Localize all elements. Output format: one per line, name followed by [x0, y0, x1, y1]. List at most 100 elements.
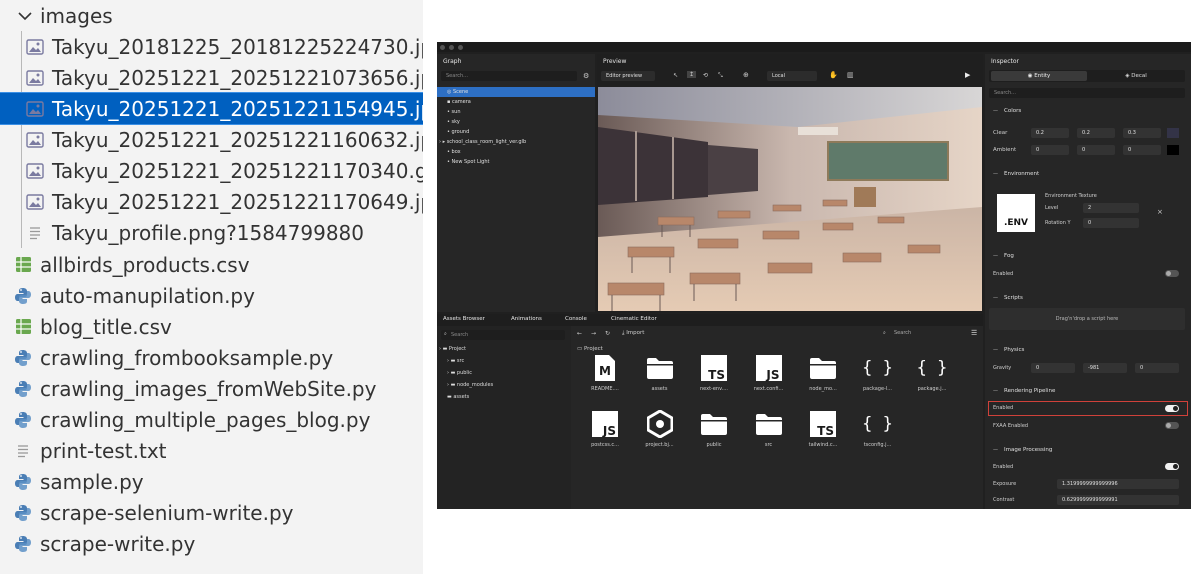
graph-node[interactable]: ◎ Scene: [437, 87, 595, 97]
clear-b-input[interactable]: 0.3: [1123, 128, 1161, 138]
window-dot-icon[interactable]: [449, 45, 454, 50]
file-row[interactable]: crawling_multiple_pages_blog.py: [0, 404, 423, 435]
forward-icon[interactable]: →: [591, 330, 596, 337]
file-row[interactable]: Takyu_20251221_20251221073656.jpg: [0, 62, 423, 93]
bottom-tab[interactable]: Console: [565, 316, 587, 322]
asset-item[interactable]: JS next.confi...: [749, 354, 789, 392]
asset-item[interactable]: node_mo...: [803, 354, 843, 392]
fxaa-toggle[interactable]: [1165, 422, 1179, 429]
asset-item[interactable]: M README....: [585, 354, 625, 392]
file-row[interactable]: blog_title.csv: [0, 311, 423, 342]
bottom-tab[interactable]: Assets Browser: [443, 316, 485, 322]
asset-item[interactable]: assets: [640, 354, 680, 392]
ambient-color-swatch[interactable]: [1167, 145, 1179, 155]
file-row[interactable]: crawling_images_fromWebSite.py: [0, 373, 423, 404]
section-rendering-pipeline[interactable]: Rendering Pipeline: [985, 385, 1188, 397]
asset-item[interactable]: { } package.j...: [912, 354, 952, 392]
exposure-input[interactable]: 1.3199999999999996: [1057, 479, 1179, 489]
refresh-icon[interactable]: ↻: [605, 330, 610, 337]
file-row[interactable]: scrape-write.py: [0, 528, 423, 559]
close-icon[interactable]: ×: [1157, 208, 1163, 216]
clear-g-input[interactable]: 0.2: [1077, 128, 1115, 138]
rotation-input[interactable]: 0: [1083, 218, 1139, 228]
pointer-tool-icon[interactable]: ↖: [673, 72, 678, 79]
contrast-input[interactable]: 0.6299999999999991: [1057, 495, 1179, 505]
section-fog[interactable]: Fog: [985, 250, 1188, 262]
bottom-tab[interactable]: Cinematic Editor: [611, 316, 657, 322]
asset-item[interactable]: public: [694, 410, 734, 448]
list-view-icon[interactable]: ☰: [971, 329, 977, 337]
tree-item[interactable]: › ▬ node_modules: [447, 382, 493, 388]
rendering-enabled-toggle[interactable]: [1165, 405, 1179, 412]
scale-tool-icon[interactable]: ⤡: [718, 72, 723, 80]
asset-item[interactable]: { } package-l...: [858, 354, 898, 392]
content-search-input[interactable]: Search: [889, 328, 967, 338]
stats-icon[interactable]: ▥: [847, 71, 854, 79]
assets-search-input[interactable]: Search: [441, 330, 565, 340]
asset-item[interactable]: project.bj...: [640, 410, 680, 448]
graph-node[interactable]: • New Spot Light: [437, 157, 595, 167]
folder-images[interactable]: images: [0, 0, 423, 31]
asset-item[interactable]: { } tsconfig.j...: [858, 410, 898, 448]
ip-enabled-toggle[interactable]: [1165, 463, 1179, 470]
inspector-search-input[interactable]: Search...: [989, 88, 1185, 98]
file-row[interactable]: Takyu_20251221_20251221160632.jpg: [0, 124, 423, 155]
graph-node[interactable]: ▪ camera: [437, 97, 595, 107]
file-row[interactable]: crawling_frombooksample.py: [0, 342, 423, 373]
graph-node[interactable]: › ▸ school_class_room_light_ver.glb: [437, 137, 595, 147]
level-input[interactable]: 2: [1083, 203, 1139, 213]
asset-item[interactable]: JS postcss.c...: [585, 410, 625, 448]
ambient-b-input[interactable]: 0: [1123, 145, 1161, 155]
section-colors[interactable]: Colors: [985, 105, 1188, 117]
chevron-down-icon[interactable]: [16, 7, 34, 25]
section-environment[interactable]: Environment: [985, 168, 1188, 180]
gravity-z-input[interactable]: 0: [1135, 363, 1179, 373]
window-dot-icon[interactable]: [440, 45, 445, 50]
graph-search-input[interactable]: Search...: [441, 71, 577, 81]
clear-r-input[interactable]: 0.2: [1031, 128, 1069, 138]
file-row[interactable]: print-test.txt: [0, 435, 423, 466]
asset-item[interactable]: TS tailwind.c...: [803, 410, 843, 448]
tree-item[interactable]: › ▬ public: [447, 370, 472, 376]
tree-item[interactable]: › ▬ src: [447, 358, 464, 364]
back-icon[interactable]: ←: [577, 330, 582, 337]
import-button[interactable]: ⤓ Import: [622, 330, 644, 337]
file-row[interactable]: scrape-selenium-write.py: [0, 497, 423, 528]
file-row[interactable]: Takyu_20251221_20251221154945.jpg: [0, 92, 423, 125]
editor-preview-select[interactable]: Editor preview: [601, 71, 655, 81]
hand-icon[interactable]: ✋: [829, 71, 838, 79]
file-row[interactable]: allbirds_products.csv: [0, 249, 423, 280]
tab-decal[interactable]: ◈ Decal: [1089, 71, 1183, 81]
clear-color-swatch[interactable]: [1167, 128, 1179, 138]
graph-node[interactable]: • box: [437, 147, 595, 157]
tab-entity[interactable]: ◉ Entity: [991, 71, 1087, 81]
script-dropzone[interactable]: Drag'n'drop a script here: [989, 308, 1185, 330]
gravity-x-input[interactable]: 0: [1031, 363, 1075, 373]
bottom-tab[interactable]: Animations: [511, 316, 542, 322]
file-row[interactable]: Takyu_20251221_20251221170649.jpg: [0, 186, 423, 217]
asset-item[interactable]: src: [749, 410, 789, 448]
file-row[interactable]: Takyu_20181225_20181225224730.jpg: [0, 31, 423, 62]
tree-item[interactable]: › ▬ Project: [439, 346, 466, 352]
asset-item[interactable]: TS next-env....: [694, 354, 734, 392]
move-tool-icon[interactable]: ↥: [687, 71, 697, 78]
gravity-y-input[interactable]: -981: [1083, 363, 1127, 373]
file-row[interactable]: sample.py: [0, 466, 423, 497]
ambient-r-input[interactable]: 0: [1031, 145, 1069, 155]
file-row[interactable]: auto-manupilation.py: [0, 280, 423, 311]
classroom-viewport[interactable]: [598, 87, 982, 311]
section-physics[interactable]: Physics: [985, 344, 1188, 356]
fog-enabled-toggle[interactable]: [1165, 270, 1179, 277]
globe-icon[interactable]: ⊕: [743, 71, 749, 79]
file-row[interactable]: Takyu_20251221_20251221170340.gif: [0, 155, 423, 186]
ambient-g-input[interactable]: 0: [1077, 145, 1115, 155]
filter-icon[interactable]: ⚙: [583, 72, 589, 80]
tree-item[interactable]: ▬ assets: [447, 394, 469, 400]
rotate-tool-icon[interactable]: ⟲: [703, 72, 708, 79]
window-dot-icon[interactable]: [458, 45, 463, 50]
graph-node[interactable]: • sky: [437, 117, 595, 127]
graph-node[interactable]: • sun: [437, 107, 595, 117]
graph-node[interactable]: • ground: [437, 127, 595, 137]
env-texture-thumbnail[interactable]: .ENV: [997, 194, 1035, 232]
play-icon[interactable]: ▶: [965, 71, 970, 79]
